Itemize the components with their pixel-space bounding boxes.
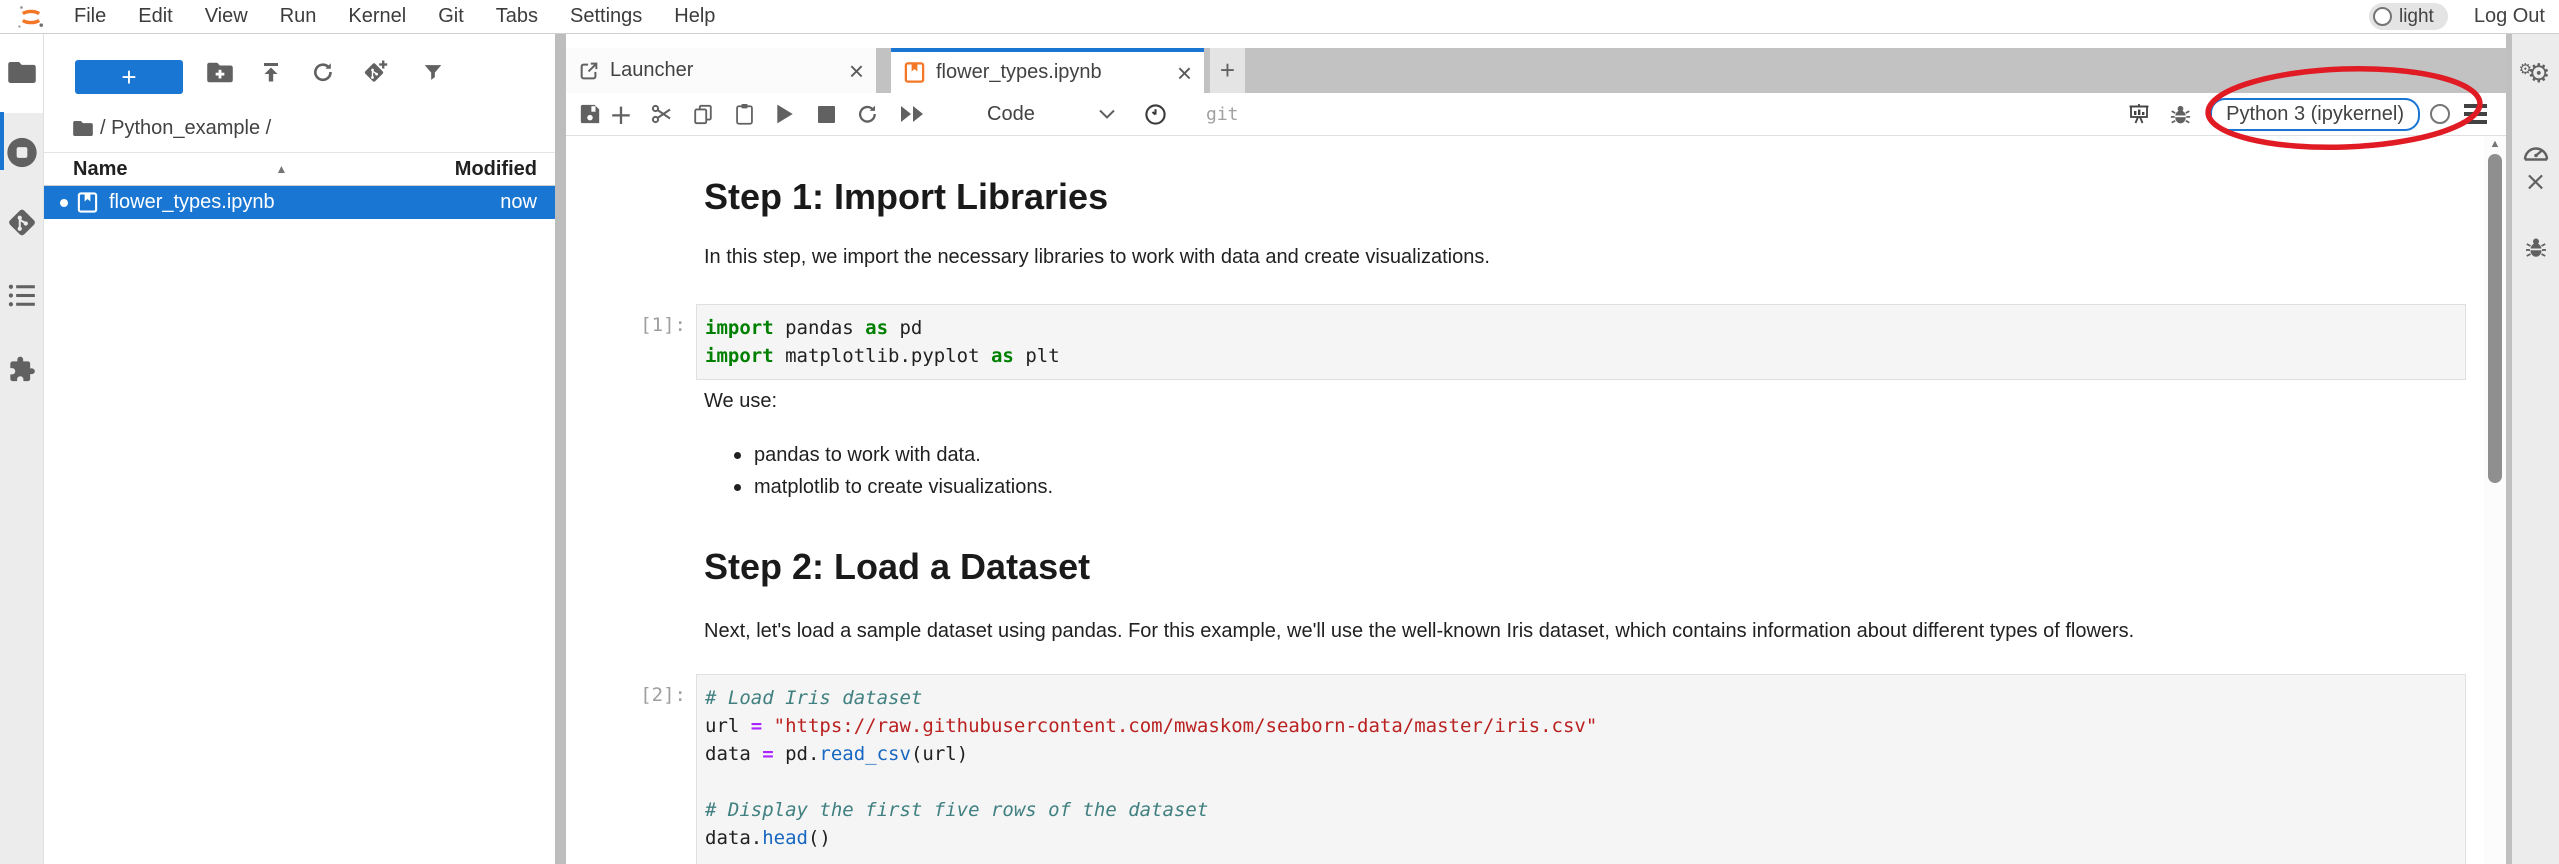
file-browser-panel: + / Python_example / Name ▲ bbox=[44, 34, 555, 864]
toolbar-right-group: Python 3 (ipykernel) bbox=[2127, 98, 2506, 131]
tab-label: flower_types.ipynb bbox=[936, 61, 1102, 84]
document-area: Launcher × flower_types.ipynb × + bbox=[566, 34, 2506, 864]
menu-tabs[interactable]: Tabs bbox=[480, 0, 554, 33]
folder-icon bbox=[73, 120, 93, 137]
tab-label: Launcher bbox=[610, 59, 693, 82]
chevron-down-icon bbox=[1099, 109, 1115, 119]
right-activity-bar: ⚙⚙ × bbox=[2512, 34, 2559, 864]
bug-icon[interactable] bbox=[2168, 100, 2192, 128]
file-name: flower_types.ipynb bbox=[109, 191, 275, 214]
property-inspector-gears-icon[interactable]: ⚙⚙ bbox=[2521, 59, 2551, 89]
menu-settings[interactable]: Settings bbox=[554, 0, 658, 33]
new-folder-icon[interactable] bbox=[207, 62, 233, 89]
extensions-icon[interactable] bbox=[8, 356, 36, 389]
run-icon[interactable] bbox=[773, 100, 797, 128]
tab-launcher[interactable]: Launcher × bbox=[566, 48, 876, 93]
theme-toggle-label: light bbox=[2399, 6, 2434, 28]
notebook-file-icon bbox=[76, 191, 99, 214]
scrollbar-up-arrow-icon[interactable]: ▲ bbox=[2484, 138, 2506, 150]
refresh-icon[interactable] bbox=[311, 61, 335, 90]
debugger-bug-icon[interactable] bbox=[2524, 236, 2548, 265]
presentation-icon[interactable] bbox=[2127, 100, 2151, 128]
left-activity-bar bbox=[0, 34, 44, 864]
clock-icon[interactable] bbox=[1143, 100, 1167, 128]
markdown-paragraph: We use: bbox=[704, 390, 777, 413]
paste-icon[interactable] bbox=[732, 100, 756, 128]
cut-icon[interactable] bbox=[650, 100, 674, 128]
menu-items: File Edit View Run Kernel Git Tabs Setti… bbox=[58, 0, 731, 33]
theme-toggle-circle-icon bbox=[2373, 7, 2392, 26]
notebook-content: Step 1: Import Libraries In this step, w… bbox=[566, 136, 2484, 864]
active-sidebar-indicator bbox=[0, 112, 4, 170]
markdown-heading-step2: Step 2: Load a Dataset bbox=[704, 546, 1090, 588]
add-tab-button[interactable]: + bbox=[1210, 48, 1245, 93]
file-list-header: Name ▲ Modified bbox=[44, 152, 555, 186]
add-cell-icon[interactable]: + bbox=[609, 100, 633, 128]
file-row-selected[interactable]: flower_types.ipynb now bbox=[44, 186, 555, 219]
close-icon[interactable]: × bbox=[1177, 63, 1192, 83]
git-icon[interactable] bbox=[7, 208, 37, 243]
gauge-icon[interactable] bbox=[2521, 141, 2551, 170]
scrollbar-thumb[interactable] bbox=[2488, 154, 2502, 483]
sort-ascending-icon[interactable]: ▲ bbox=[275, 162, 287, 176]
markdown-paragraph: In this step, we import the necessary li… bbox=[704, 246, 1490, 269]
main-row: + / Python_example / Name ▲ bbox=[0, 34, 2559, 864]
notebook-toolbar: + bbox=[566, 93, 2506, 136]
kernel-name-button[interactable]: Python 3 (ipykernel) bbox=[2210, 98, 2420, 131]
menu-help[interactable]: Help bbox=[658, 0, 731, 33]
close-icon[interactable]: × bbox=[2525, 167, 2547, 197]
git-toolbar-label: git bbox=[1206, 104, 1239, 125]
log-out-button[interactable]: Log Out bbox=[2474, 5, 2545, 28]
hamburger-menu-icon[interactable] bbox=[2464, 102, 2487, 126]
markdown-heading-step1: Step 1: Import Libraries bbox=[704, 176, 1108, 218]
breadcrumb[interactable]: / Python_example / bbox=[73, 114, 271, 142]
cell-prompt: [1]: bbox=[586, 314, 686, 336]
dock-tab-bar: Launcher × flower_types.ipynb × + bbox=[566, 48, 2506, 93]
breadcrumb-path: / Python_example / bbox=[100, 117, 271, 140]
copy-icon[interactable] bbox=[691, 100, 715, 128]
jupyterlab-app: File Edit View Run Kernel Git Tabs Setti… bbox=[0, 0, 2559, 864]
git-clone-icon[interactable] bbox=[363, 60, 389, 91]
file-browser-icon[interactable] bbox=[8, 61, 36, 90]
save-icon[interactable] bbox=[578, 100, 602, 128]
vertical-scrollbar[interactable]: ▲ bbox=[2484, 136, 2506, 864]
cell-type-dropdown[interactable]: Code bbox=[987, 103, 1115, 126]
theme-toggle[interactable]: light bbox=[2369, 3, 2448, 30]
cell-type-value: Code bbox=[987, 103, 1035, 126]
notebook-icon bbox=[903, 61, 926, 84]
table-of-contents-icon[interactable] bbox=[8, 283, 36, 314]
menu-view[interactable]: View bbox=[189, 0, 264, 33]
upload-icon[interactable] bbox=[259, 61, 283, 90]
open-file-dot-icon bbox=[60, 199, 68, 207]
code-cell-1[interactable]: import pandas as pd import matplotlib.py… bbox=[696, 304, 2466, 380]
jupyter-logo-icon bbox=[12, 2, 50, 32]
file-modified: now bbox=[500, 191, 537, 214]
column-header-modified[interactable]: Modified bbox=[455, 158, 537, 181]
menu-run[interactable]: Run bbox=[264, 0, 333, 33]
launcher-icon bbox=[578, 60, 600, 82]
tab-notebook[interactable]: flower_types.ipynb × bbox=[891, 48, 1204, 93]
menu-file[interactable]: File bbox=[58, 0, 122, 33]
code-cell-2[interactable]: # Load Iris dataset url = "https://raw.g… bbox=[696, 674, 2466, 864]
run-all-icon[interactable] bbox=[896, 100, 928, 128]
filter-icon[interactable] bbox=[422, 62, 444, 89]
markdown-list-item: pandas to work with data. bbox=[734, 444, 981, 467]
menu-edit[interactable]: Edit bbox=[122, 0, 188, 33]
cell-prompt: [2]: bbox=[586, 684, 686, 706]
menu-kernel[interactable]: Kernel bbox=[332, 0, 422, 33]
panel-resize-handle[interactable] bbox=[555, 34, 566, 864]
running-sessions-icon[interactable] bbox=[6, 137, 38, 174]
menu-git[interactable]: Git bbox=[422, 0, 480, 33]
column-header-name[interactable]: Name bbox=[73, 158, 127, 181]
restart-icon[interactable] bbox=[855, 100, 879, 128]
new-launcher-button[interactable]: + bbox=[75, 60, 183, 94]
kernel-status-icon[interactable] bbox=[2430, 104, 2450, 124]
markdown-paragraph: Next, let's load a sample dataset using … bbox=[704, 620, 2134, 643]
markdown-list-item: matplotlib to create visualizations. bbox=[734, 476, 1053, 499]
close-icon[interactable]: × bbox=[849, 61, 864, 81]
menu-bar: File Edit View Run Kernel Git Tabs Setti… bbox=[0, 0, 2559, 34]
menubar-right: light Log Out bbox=[2369, 3, 2559, 30]
stop-icon[interactable] bbox=[814, 100, 838, 128]
